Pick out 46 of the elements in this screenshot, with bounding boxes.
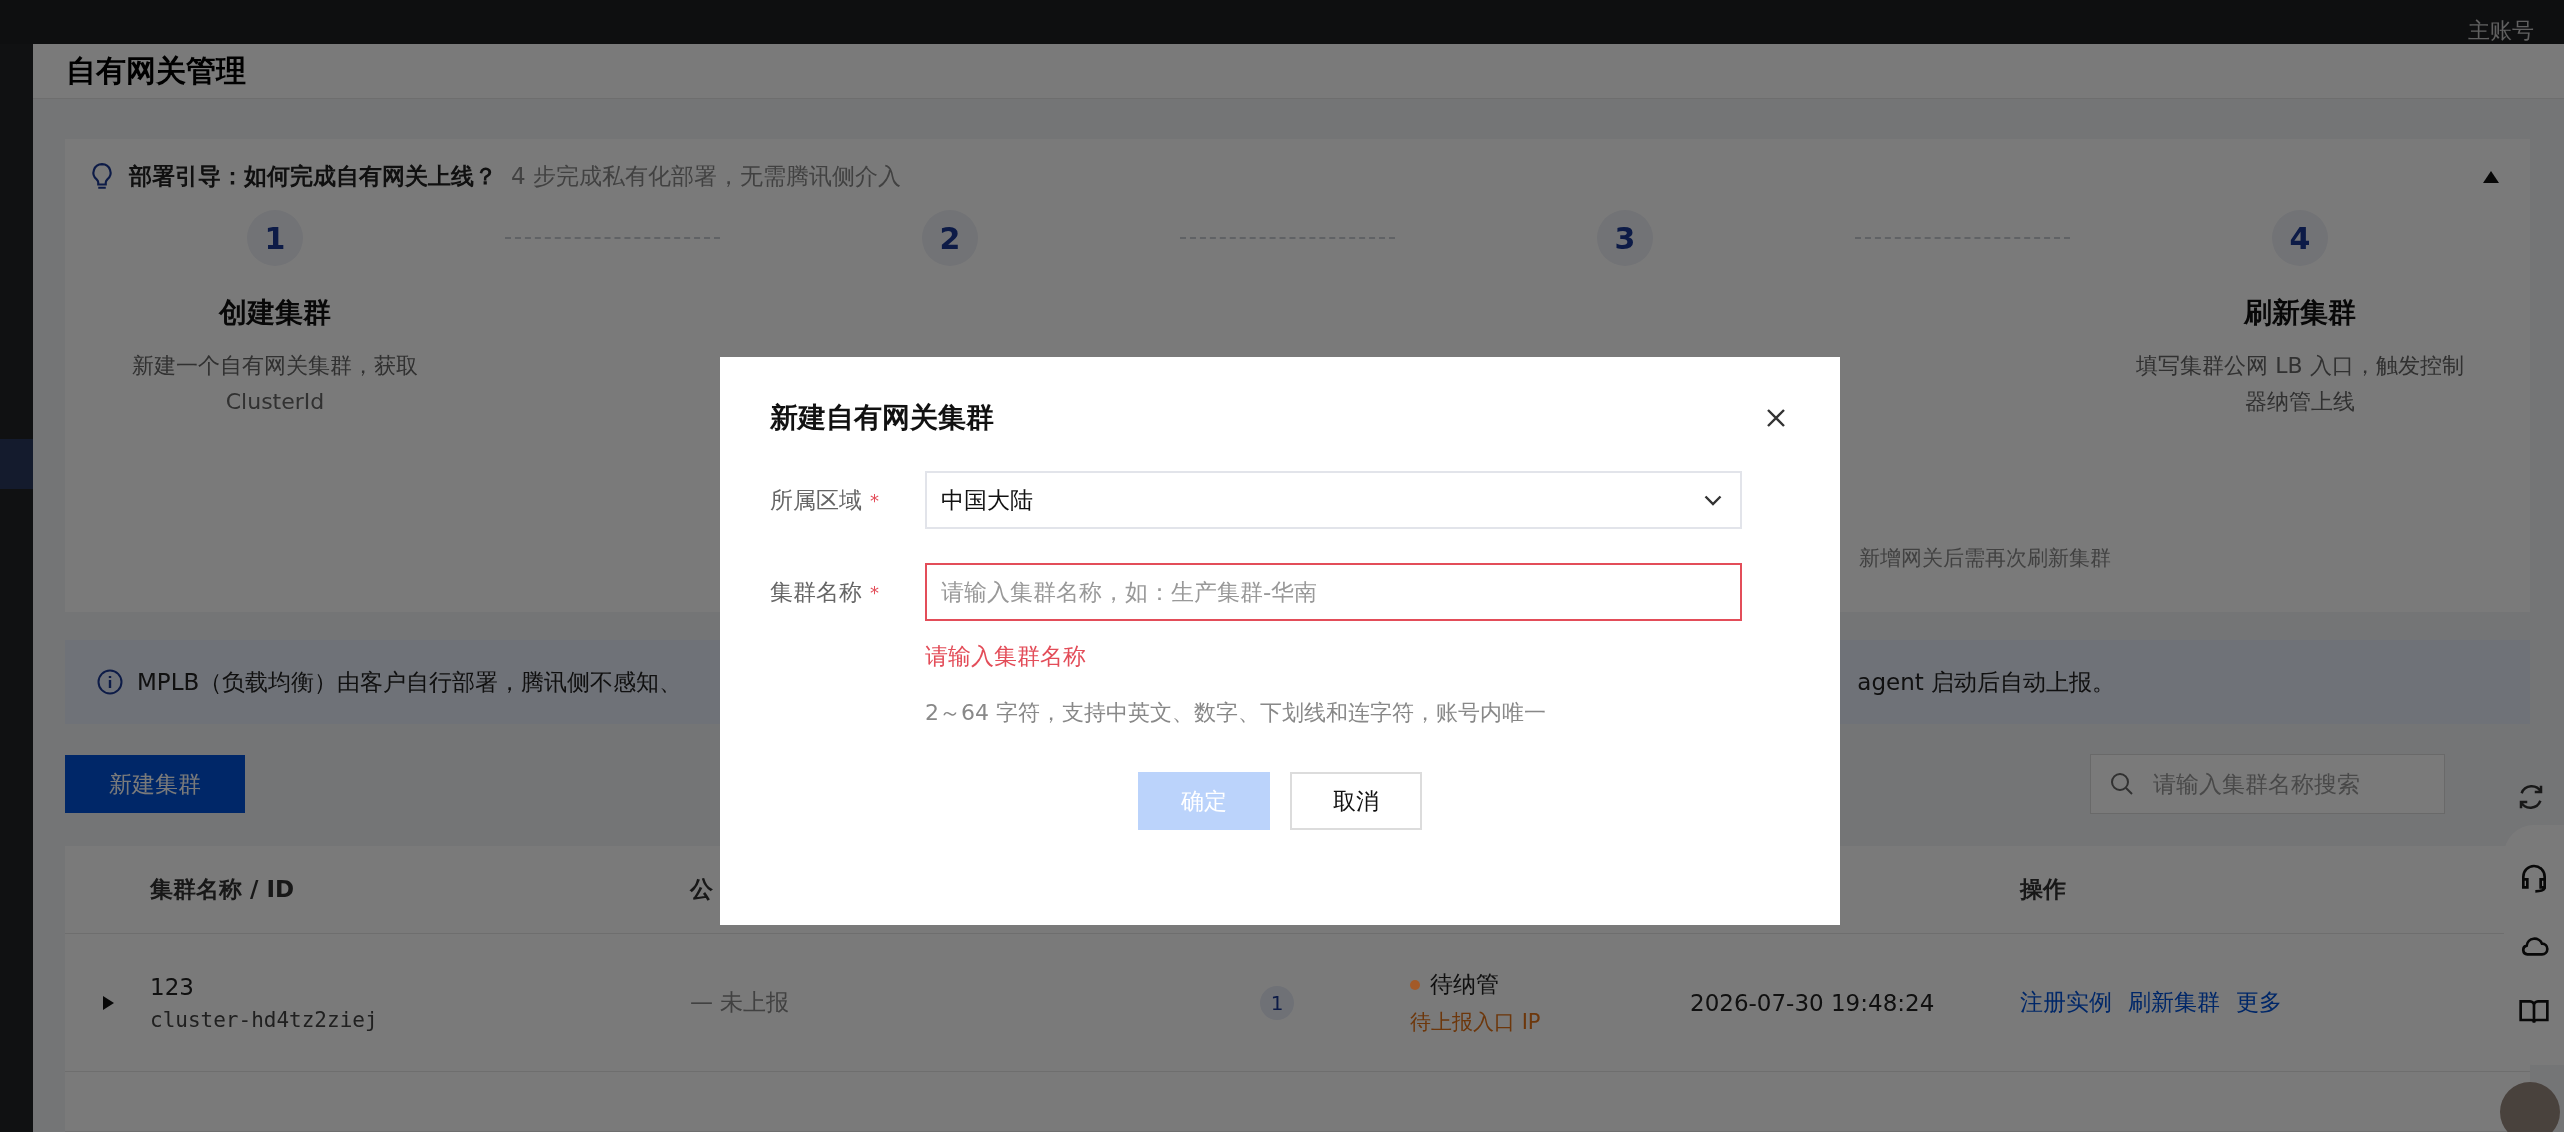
action-link[interactable]: 注册实例 [2020,987,2112,1018]
status-note: 待上报入口 IP [1410,1009,1542,1036]
step-number: 4 [2272,210,2328,266]
instance-count-badge: 1 [1260,985,1294,1020]
close-icon [1766,408,1786,428]
account-label[interactable]: 主账号 [2468,16,2534,46]
field-hint: 2～64 字符，支持中英文、数字、下划线和连字符，账号内唯一 [925,699,1547,727]
banner-text: MPLB（负载均衡）由客户自行部署，腾讯侧不感知、 [137,667,683,697]
action-link[interactable]: 刷新集群 [2128,987,2220,1018]
step-number: 2 [922,210,978,266]
region-select[interactable]: 中国大陆 [925,471,1742,529]
cancel-button[interactable]: 取消 [1290,772,1422,830]
field-label: 所属区域 * [770,485,880,515]
status-text: 待纳管 [1430,970,1499,999]
updated-time: 2026-07-30 19:48:24 [1690,989,1936,1016]
step-number: 3 [1597,210,1653,266]
lightbulb-icon [89,161,115,192]
column-header: 公 [690,875,714,904]
error-message: 请输入集群名称 [925,642,1087,671]
step-number: 1 [247,210,303,266]
step-note: 新增网关后需再次刷新集群 [1859,545,2111,572]
collapse-caret-icon[interactable] [2482,169,2500,184]
step-title: 创建集群 [219,295,331,331]
banner-text: agent 启动后自动上报。 [1857,667,2116,697]
chevron-down-icon [1704,494,1722,506]
required-mark: * [870,489,879,511]
dialog-title: 新建自有网关集群 [770,400,994,436]
column-header: 集群名称 / ID [150,875,296,904]
cluster-name: 123 [150,973,195,1000]
search-icon [2110,772,2134,796]
guide-subtitle: 4 步完成私有化部署，无需腾讯侧介入 [511,162,901,191]
expand-caret-icon[interactable] [100,994,115,1011]
guide-title: 部署引导：如何完成自有网关上线？ [129,162,497,191]
create-cluster-button[interactable]: 新建集群 [65,755,245,813]
step-description: 新建一个自有网关集群，获取 ClusterId [131,352,419,416]
required-mark: * [870,581,879,603]
column-header: 操作 [2020,875,2067,904]
entry-cell-text: — 未上报 [690,988,791,1017]
page-title: 自有网关管理 [66,51,246,90]
info-icon [97,669,123,695]
name-input-field[interactable]: 请输入集群名称，如：生产集群-华南 [925,563,1742,621]
step-title: 刷新集群 [2244,295,2356,331]
step-description: 填写集群公网 LB 入口，触发控制器纳管上线 [2135,352,2465,416]
field-label: 集群名称 * [770,577,880,607]
action-link[interactable]: 更多 [2236,987,2282,1018]
cluster-id: cluster-hd4tz2ziej [150,1007,379,1032]
